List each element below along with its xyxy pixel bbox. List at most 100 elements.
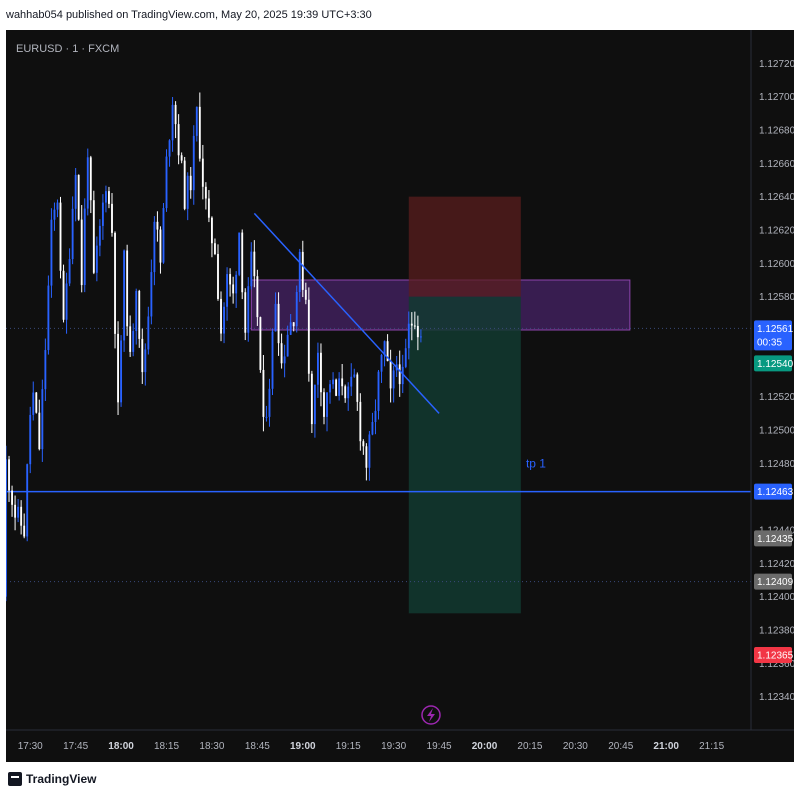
candle-body [92,200,95,273]
candle-body [29,414,32,465]
candle-body [250,251,253,287]
candle-body [292,322,295,327]
y-tick-label: 1.12660 [759,159,794,170]
x-tick-label: 18:15 [154,741,179,752]
candle-body [268,388,271,417]
candle-body [59,202,62,271]
y-tick-label: 1.12380 [759,626,794,637]
candle-body [289,322,292,335]
candle-body [217,254,219,299]
candle-body [98,225,101,246]
candle-body [80,219,83,286]
y-tick-label: 1.12520 [759,392,794,403]
candle-body [410,323,413,326]
candle-body [419,336,422,338]
candle-body [174,104,177,125]
candle-body [298,251,301,293]
candle-body [132,331,135,352]
candle-body [332,379,335,385]
candle-body [280,343,283,364]
candle-body [380,354,383,372]
candle-body [159,229,162,263]
candle-body [120,340,123,403]
candle-body [71,208,74,260]
candle-body [56,202,59,210]
candle-body [316,352,319,385]
candle-body [326,392,328,417]
candle-body [229,274,232,285]
x-tick-label: 19:30 [381,741,406,752]
candle-body [50,219,53,286]
x-tick-label: 18:30 [199,741,224,752]
candle-body [77,174,80,220]
tradingview-logo[interactable]: TradingView [8,772,96,786]
candle-body [165,156,168,209]
price-label-text: 1.12409 [757,577,794,588]
candle-body [238,232,241,275]
candlestick-chart[interactable]: tp 1 1.12720 1.12700 1.12680 1.12660 1.12640… [6,30,794,762]
candle-body [62,270,65,320]
candle-body [241,232,244,293]
candle-body [89,157,92,201]
candle-body [413,325,416,327]
candle-body [129,326,132,352]
y-tick-label: 1.12480 [759,459,794,470]
candle-body [147,316,150,350]
x-tick-label: 19:15 [336,741,361,752]
countdown-text: 00:35 [757,337,782,348]
candle-body [262,369,265,417]
candle-body [101,202,104,226]
x-tick-label: 20:45 [608,741,633,752]
target-zone [408,296,521,614]
x-tick-label: 21:00 [653,741,679,752]
candle-body [123,250,126,341]
y-tick-label: 1.12340 [759,692,794,703]
current-price-text: 1.12561 [757,324,794,335]
candle-body [371,421,374,435]
candle-body [265,416,268,418]
candle-body [108,191,110,204]
candle-body [168,140,171,157]
candle-body [74,174,77,209]
candle-body [32,392,35,415]
candle-body [192,135,195,191]
candle-body [135,290,138,332]
candle-body [162,208,165,263]
candle-body [226,274,229,307]
candle-body [338,378,341,396]
candle-body [105,191,107,203]
candle-body [38,412,41,450]
candle-body [301,251,304,290]
candle-body [347,386,350,399]
candle-body [114,232,116,334]
candle-body [83,208,86,286]
candle-body [198,106,201,159]
price-label-text: 1.12365 [757,651,794,662]
candle-body [313,384,316,425]
y-tick-label: 1.12620 [759,226,794,237]
candle-body [329,384,331,393]
candle-body [141,338,144,373]
candle-body [407,323,410,349]
candle-body [86,157,89,209]
candle-body [35,392,38,413]
candle-body [244,292,247,333]
candle-body [220,298,222,334]
candle-body [404,348,407,367]
candle-body [171,104,174,141]
candle-body [153,221,156,273]
price-label-text: 1.12435 [757,534,794,545]
candle-body [310,373,313,425]
candle-body [186,175,189,209]
candle-body [44,350,47,390]
candle-body [68,259,71,284]
y-tick-label: 1.12420 [759,559,794,570]
candle-body [283,356,286,364]
candle-body [247,286,250,333]
x-tick-label: 17:30 [18,741,43,752]
publisher-text: wahhab054 published on TradingView.com, … [6,9,372,21]
chart-panel[interactable]: tp 1 1.12720 1.12700 1.12680 1.12660 1.12640… [6,30,794,762]
x-tick-label: 20:00 [472,741,498,752]
candle-body [259,317,262,370]
candle-body [377,371,380,411]
